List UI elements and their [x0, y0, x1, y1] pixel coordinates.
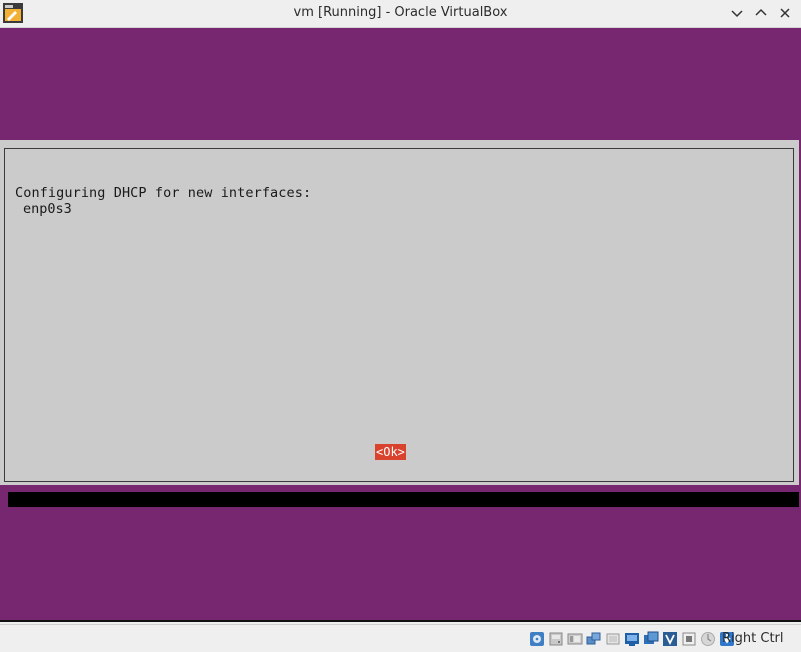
mouse-integration-icon[interactable] [700, 631, 716, 647]
window-title: vm [Running] - Oracle VirtualBox [293, 5, 508, 20]
display-icon[interactable] [643, 631, 659, 647]
close-icon [780, 8, 790, 18]
shared-folders-icon[interactable] [624, 631, 640, 647]
vm-statusbar: Right Ctrl [0, 624, 801, 652]
audio-icon[interactable] [567, 631, 583, 647]
dialog-shadow-gap [0, 485, 8, 507]
host-key-label: Right Ctrl [722, 631, 784, 646]
optical-drive-icon[interactable] [529, 631, 545, 647]
minimize-button[interactable] [729, 5, 745, 21]
ok-button[interactable]: <Ok> [375, 444, 406, 460]
cpu-icon[interactable] [681, 631, 697, 647]
dialog-message: Configuring DHCP for new interfaces: [15, 185, 312, 201]
chevron-down-icon [731, 10, 743, 18]
maximize-button[interactable] [753, 5, 769, 21]
vm-bottom-edge [0, 620, 801, 622]
dhcp-dialog: Configuring DHCP for new interfaces: enp… [0, 140, 799, 485]
usb-icon[interactable] [605, 631, 621, 647]
dialog-shadow [8, 492, 799, 507]
device-indicators [529, 630, 735, 648]
window-titlebar: vm [Running] - Oracle VirtualBox [0, 0, 801, 28]
vm-display[interactable]: Configuring DHCP for new interfaces: enp… [0, 28, 801, 622]
video-capture-icon[interactable] [662, 631, 678, 647]
close-button[interactable] [777, 5, 793, 21]
hard-disk-icon[interactable] [548, 631, 564, 647]
chevron-up-icon [755, 8, 767, 16]
network-icon[interactable] [586, 631, 602, 647]
interface-name: enp0s3 [23, 201, 72, 217]
